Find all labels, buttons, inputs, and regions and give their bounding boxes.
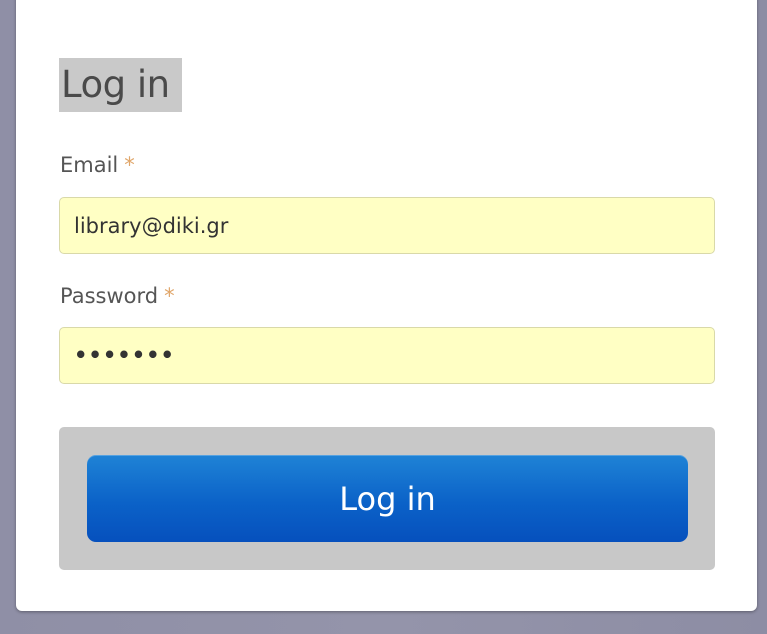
page-title: Log in	[59, 58, 182, 112]
email-field[interactable]	[59, 197, 715, 254]
password-field[interactable]: •••••••	[59, 327, 715, 384]
password-required-marker: *	[164, 284, 175, 308]
email-label: Email *	[60, 152, 135, 178]
submit-panel: Log in	[59, 427, 715, 570]
email-label-text: Email	[60, 153, 119, 177]
password-label-text: Password	[60, 284, 159, 308]
login-button[interactable]: Log in	[87, 455, 688, 542]
password-label: Password *	[60, 283, 175, 309]
email-required-marker: *	[124, 153, 135, 177]
login-card: Log in Email* Password* ••••••• Log in	[16, 0, 757, 611]
